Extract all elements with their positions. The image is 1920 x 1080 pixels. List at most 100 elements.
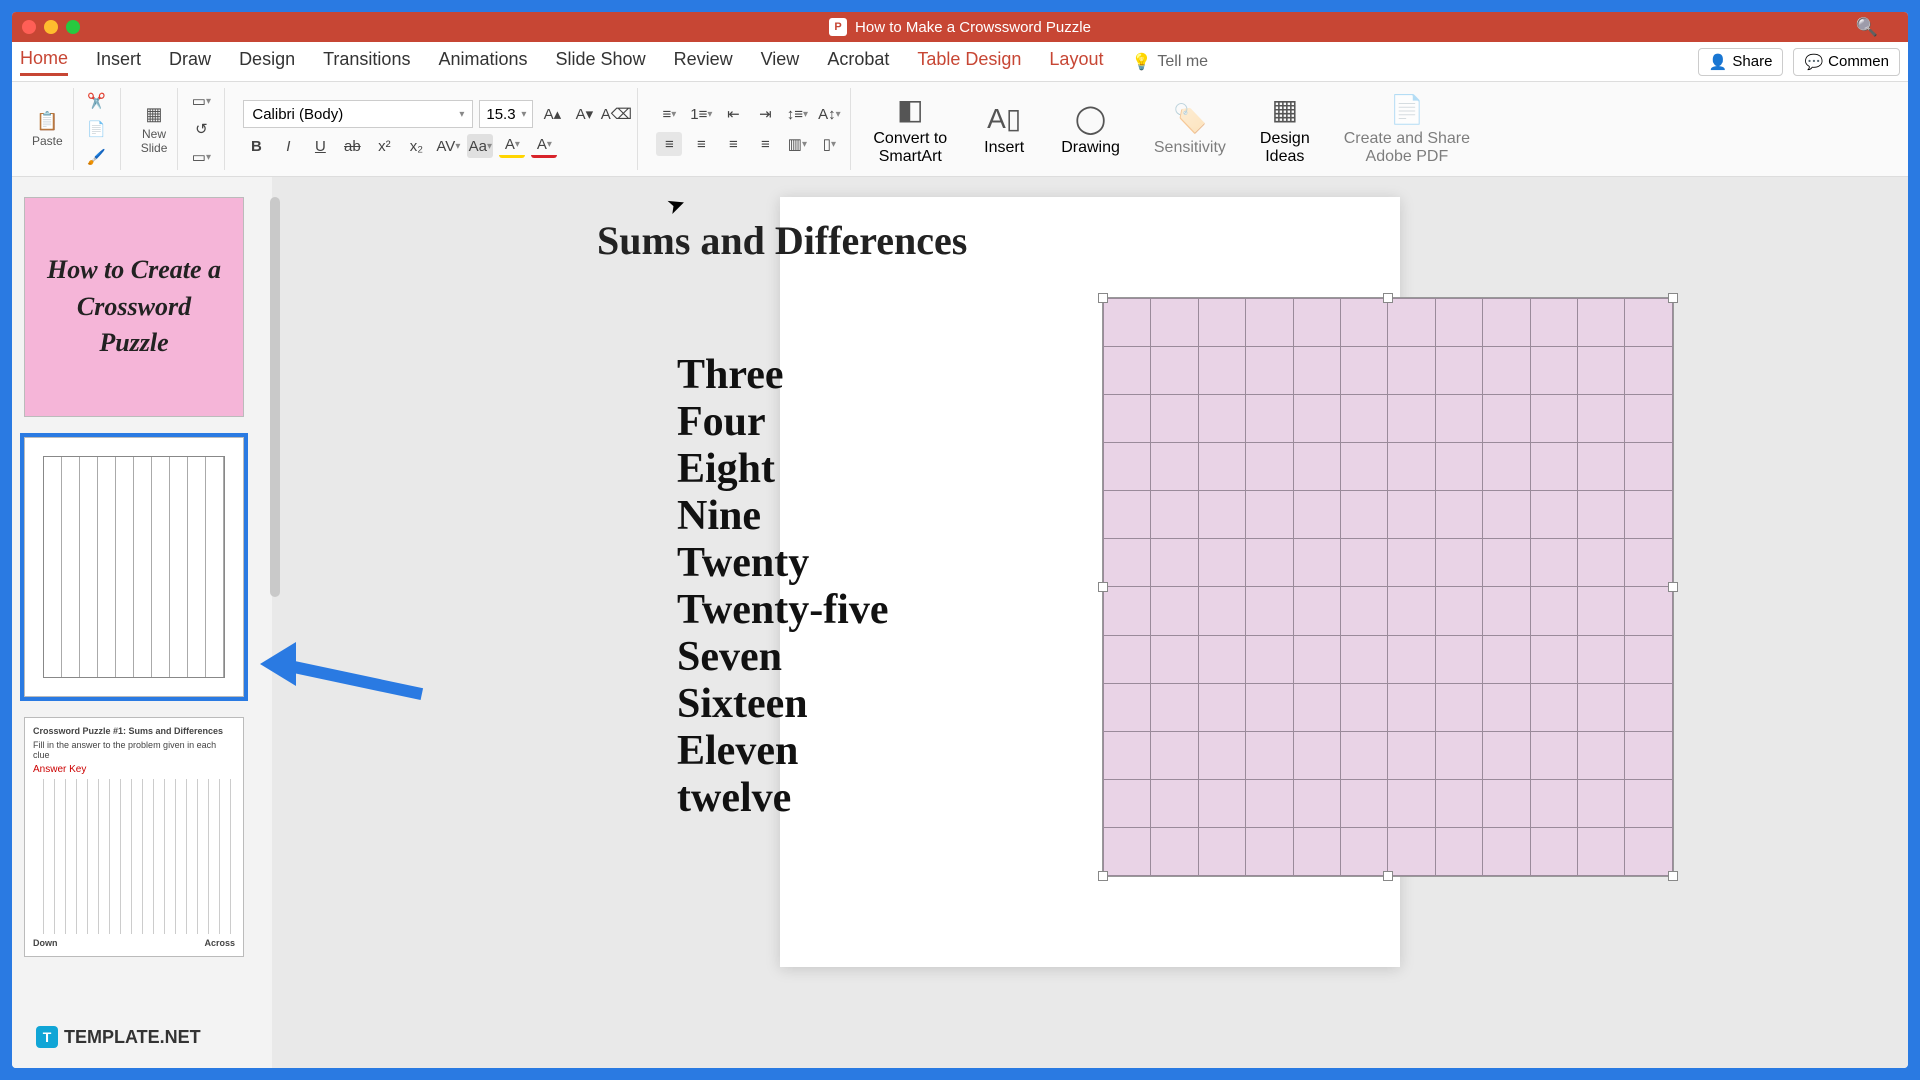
drawing-button[interactable]: ◯ Drawing — [1049, 102, 1132, 157]
superscript-button[interactable]: x² — [371, 134, 397, 158]
share-button[interactable]: 👤 Share — [1698, 48, 1784, 76]
slide-canvas[interactable]: Sums and Differences Three Four Eight Ni… — [272, 177, 1908, 1068]
columns-icon[interactable]: ▥▾ — [784, 132, 810, 156]
tab-slideshow[interactable]: Slide Show — [556, 49, 646, 74]
thumb3-answerkey: Answer Key — [33, 764, 235, 775]
layout-icon[interactable]: ▭▾ — [188, 89, 214, 113]
maximize-window-icon[interactable] — [66, 20, 80, 34]
change-case-icon[interactable]: Aa▾ — [467, 134, 493, 158]
tab-draw[interactable]: Draw — [169, 49, 211, 74]
insert-button[interactable]: A▯ Insert — [969, 102, 1039, 157]
reset-icon[interactable]: ↺ — [188, 117, 214, 141]
close-window-icon[interactable] — [22, 20, 36, 34]
resize-handle[interactable] — [1668, 871, 1678, 881]
thumbnail-3[interactable]: Crossword Puzzle #1: Sums and Difference… — [24, 717, 244, 957]
numbering-icon[interactable]: 1≡▾ — [688, 102, 714, 126]
cut-icon[interactable]: ✂️ — [84, 89, 110, 113]
section-icon[interactable]: ▭▾ — [188, 145, 214, 169]
thumb3-down: Down — [33, 938, 58, 948]
font-size-select[interactable]: 15.3▾ — [479, 100, 533, 128]
bold-button[interactable]: B — [243, 134, 269, 158]
align-right-icon[interactable]: ≡ — [720, 132, 746, 156]
annotation-arrow — [260, 632, 430, 692]
align-center-icon[interactable]: ≡ — [688, 132, 714, 156]
crossword-table[interactable] — [1102, 297, 1674, 877]
strike-button[interactable]: ab — [339, 134, 365, 158]
resize-handle[interactable] — [1098, 582, 1108, 592]
resize-handle[interactable] — [1383, 293, 1393, 303]
tab-transitions[interactable]: Transitions — [323, 49, 410, 74]
tab-acrobat[interactable]: Acrobat — [827, 49, 889, 74]
word-list[interactable]: Three Four Eight Nine Twenty Twenty-five… — [677, 352, 889, 822]
highlight-icon[interactable]: A▾ — [499, 134, 525, 158]
grid — [1103, 298, 1673, 876]
slide-title[interactable]: Sums and Differences — [597, 217, 967, 264]
resize-handle[interactable] — [1668, 582, 1678, 592]
word-item: Nine — [677, 493, 889, 540]
template-logo-icon: T — [36, 1026, 58, 1048]
font-name-select[interactable]: Calibri (Body)▾ — [243, 100, 473, 128]
sensitivity-button[interactable]: 🏷️ Sensitivity — [1142, 102, 1238, 157]
word-item: Seven — [677, 634, 889, 681]
shrink-font-icon[interactable]: A▾ — [571, 102, 597, 126]
thumb3-puzzle — [33, 779, 235, 934]
align-justify-icon[interactable]: ≡ — [752, 132, 778, 156]
thumbnail-1[interactable]: How to Create a Crossword Puzzle — [24, 197, 244, 417]
line-spacing-icon[interactable]: ↕≡▾ — [784, 102, 810, 126]
convert-smartart-button[interactable]: ◧ Convert to SmartArt — [861, 93, 959, 166]
tab-review[interactable]: Review — [674, 49, 733, 74]
italic-button[interactable]: I — [275, 134, 301, 158]
word-item: Eleven — [677, 728, 889, 775]
indent-inc-icon[interactable]: ⇥ — [752, 102, 778, 126]
word-item: Sixteen — [677, 681, 889, 728]
tab-table-design[interactable]: Table Design — [917, 49, 1021, 74]
new-slide-icon[interactable]: ▦ — [146, 104, 163, 125]
search-icon[interactable]: 🔍 — [1856, 17, 1878, 38]
tab-animations[interactable]: Animations — [438, 49, 527, 74]
indent-dec-icon[interactable]: ⇤ — [720, 102, 746, 126]
ribbon: 📋 Paste ✂️ 📄 🖌️ ▦ New Slide ▭▾ ↺ ▭▾ Cali… — [12, 82, 1908, 177]
tab-home[interactable]: Home — [20, 48, 68, 76]
resize-handle[interactable] — [1383, 871, 1393, 881]
grow-font-icon[interactable]: A▴ — [539, 102, 565, 126]
tell-me[interactable]: 💡 Tell me — [1131, 52, 1208, 72]
copy-icon[interactable]: 📄 — [84, 117, 110, 141]
clear-format-icon[interactable]: A⌫ — [603, 102, 629, 126]
pdf-icon: 📄 — [1389, 93, 1424, 126]
word-item: Eight — [677, 446, 889, 493]
adobe-pdf-button[interactable]: 📄 Create and Share Adobe PDF — [1332, 93, 1482, 166]
ribbon-tabs: Home Insert Draw Design Transitions Anim… — [12, 42, 1908, 82]
resize-handle[interactable] — [1098, 293, 1108, 303]
tab-insert[interactable]: Insert — [96, 49, 141, 74]
align-left-icon[interactable]: ≡ — [656, 132, 682, 156]
tab-view[interactable]: View — [761, 49, 800, 74]
bullets-icon[interactable]: ≡▾ — [656, 102, 682, 126]
tab-layout[interactable]: Layout — [1049, 49, 1103, 74]
align-text-icon[interactable]: ▯▾ — [816, 132, 842, 156]
thumbnail-1-text: How to Create a Crossword Puzzle — [43, 252, 225, 361]
powerpoint-icon: P — [829, 18, 847, 36]
format-painter-icon[interactable]: 🖌️ — [84, 145, 110, 169]
minimize-window-icon[interactable] — [44, 20, 58, 34]
design-ideas-button[interactable]: ▦ Design Ideas — [1248, 93, 1322, 166]
underline-button[interactable]: U — [307, 134, 333, 158]
slide-thumbnails: How to Create a Crossword Puzzle Crosswo… — [12, 177, 272, 1068]
paste-icon[interactable]: 📋 — [36, 111, 58, 132]
resize-handle[interactable] — [1098, 871, 1108, 881]
char-spacing-icon[interactable]: AV▾ — [435, 134, 461, 158]
word-item: Twenty — [677, 540, 889, 587]
thumbnail-2[interactable] — [24, 437, 244, 697]
subscript-button[interactable]: x₂ — [403, 134, 429, 158]
comment-button[interactable]: 💬 Commen — [1793, 48, 1900, 76]
word-item: Four — [677, 399, 889, 446]
text-direction-icon[interactable]: A↕▾ — [816, 102, 842, 126]
watermark-text: TEMPLATE.NET — [64, 1027, 201, 1048]
font-color-icon[interactable]: A▾ — [531, 134, 557, 158]
word-item: Three — [677, 352, 889, 399]
tab-design[interactable]: Design — [239, 49, 295, 74]
thumb3-title: Crossword Puzzle #1: Sums and Difference… — [33, 726, 235, 736]
resize-handle[interactable] — [1668, 293, 1678, 303]
titlebar: P How to Make a Crowssword Puzzle 🔍 — [12, 12, 1908, 42]
new-slide-label: New Slide — [141, 127, 168, 155]
design-ideas-icon: ▦ — [1272, 93, 1298, 126]
